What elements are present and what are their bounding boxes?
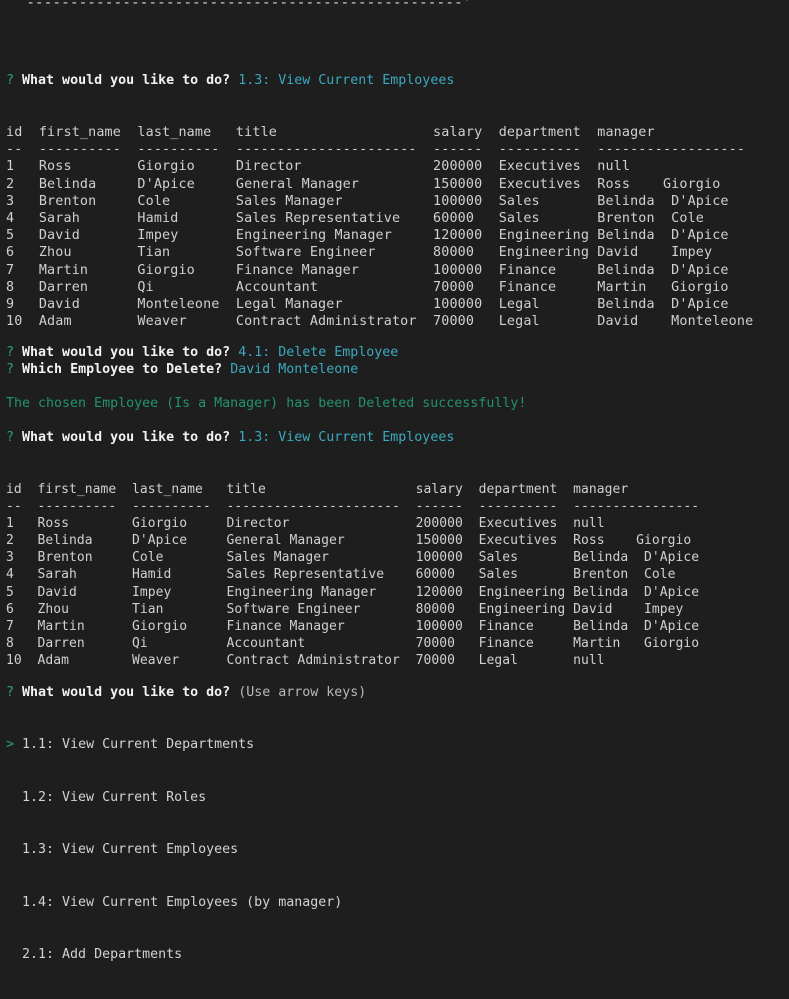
prompt-line-2: ? What would you like to do? 4.1: Delete… — [6, 344, 398, 361]
prompt-marker-icon: ? — [6, 345, 15, 360]
menu-item-label[interactable]: 1.4: View Current Employees (by manager) — [22, 895, 342, 910]
employees-table-after: id first_name last_name title salary dep… — [6, 482, 700, 668]
prompt-marker-icon: ? — [6, 430, 15, 445]
employees-table-before: id first_name last_name title salary dep… — [6, 125, 754, 330]
ascii-banner: | | `-----------------------------------… — [0, 0, 471, 12]
prompt-answer: 1.3: View Current Employees — [238, 430, 455, 445]
menu-item-1-4[interactable]: 1.4: View Current Employees (by manager) — [6, 894, 342, 912]
prompt-answer: David Monteleone — [230, 362, 359, 377]
selection-pointer-icon: > — [6, 737, 15, 752]
menu-item-1-2[interactable]: 1.2: View Current Roles — [6, 789, 342, 807]
menu-item-label[interactable]: 1.3: View Current Employees — [22, 842, 238, 857]
prompt-line-4: ? What would you like to do? 1.3: View C… — [6, 429, 454, 446]
banner-line-2: `---------------------------------------… — [0, 0, 472, 11]
prompt-line-3: ? Which Employee to Delete? David Montel… — [6, 361, 358, 378]
prompt-line-1: ? What would you like to do? 1.3: View C… — [6, 72, 454, 89]
menu-item-1-1[interactable]: > 1.1: View Current Departments — [6, 736, 342, 754]
prompt-question: What would you like to do? — [22, 430, 231, 445]
terminal-window: | | `-----------------------------------… — [0, 0, 789, 962]
prompt-marker-icon: ? — [6, 685, 15, 700]
prompt-marker-icon: ? — [6, 73, 15, 88]
menu-item-label[interactable]: 1.2: View Current Roles — [22, 790, 206, 805]
menu-item-label[interactable]: 2.1: Add Departments — [22, 947, 182, 962]
prompt-line-5: ? What would you like to do? (Use arrow … — [6, 684, 366, 701]
prompt-question: What would you like to do? — [22, 685, 231, 700]
success-message: The chosen Employee (Is a Manager) has b… — [6, 396, 527, 411]
menu-item-2-1[interactable]: 2.1: Add Departments — [6, 946, 342, 964]
prompt-question: Which Employee to Delete? — [22, 362, 223, 377]
prompt-answer: 1.3: View Current Employees — [238, 73, 455, 88]
prompt-answer: 4.1: Delete Employee — [238, 345, 399, 360]
menu-item-1-3[interactable]: 1.3: View Current Employees — [6, 841, 342, 859]
prompt-question: What would you like to do? — [22, 73, 231, 88]
prompt-question: What would you like to do? — [22, 345, 231, 360]
prompt-marker-icon: ? — [6, 362, 15, 377]
arrow-keys-hint: (Use arrow keys) — [238, 685, 367, 700]
menu-item-label[interactable]: 1.1: View Current Departments — [22, 737, 254, 752]
main-menu[interactable]: > 1.1: View Current Departments 1.2: Vie… — [6, 701, 342, 999]
